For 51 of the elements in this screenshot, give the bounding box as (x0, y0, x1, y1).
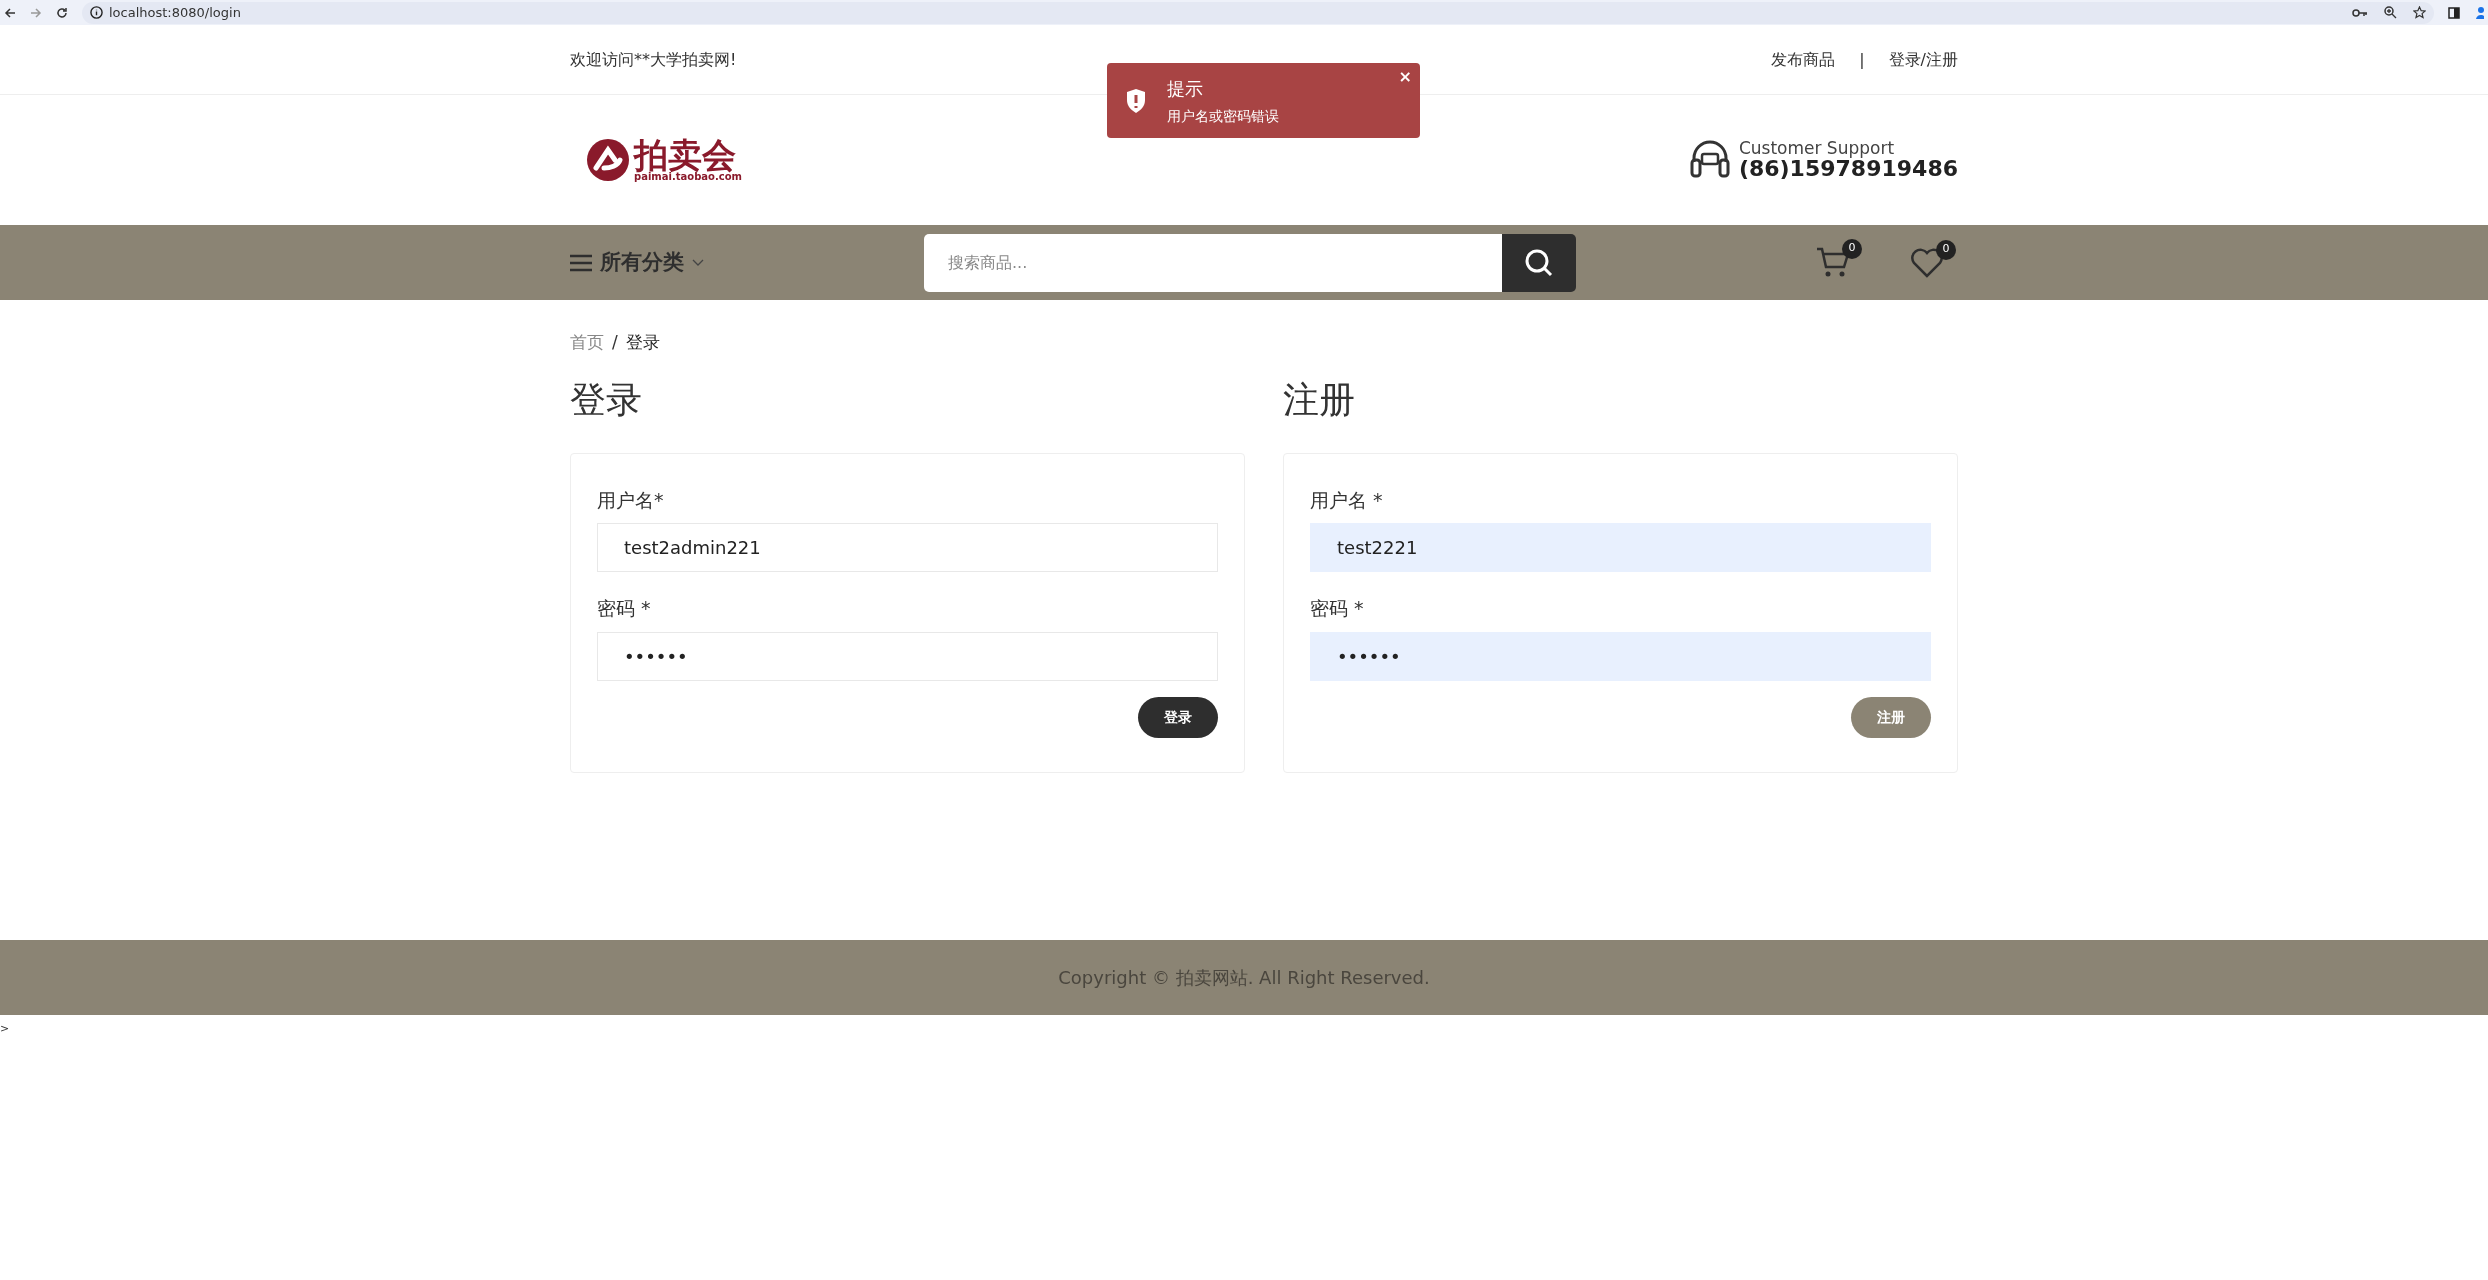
input-field[interactable]: test2admin221 (597, 523, 1218, 573)
separator-text: / (612, 331, 618, 354)
copyright-text: Copyright © 拍卖网站. All Right Reserved. (1058, 965, 1430, 990)
support-phone: (86)15978919486 (1738, 157, 1958, 182)
breadcrumb-link[interactable]: 登录 (625, 330, 660, 356)
search-button[interactable] (1502, 233, 1576, 292)
search-icon (1524, 247, 1554, 278)
stray-text: > (0, 1021, 10, 1035)
input-field[interactable]: •••••• (597, 631, 1218, 681)
form-title: 登录 (570, 377, 643, 421)
top-link[interactable]: 登录/注册 (1888, 47, 1958, 72)
key-icon[interactable] (2352, 7, 2368, 18)
logo-icon (586, 138, 630, 182)
logo-text: 拍卖会 (634, 138, 736, 172)
separator-text: | (1859, 48, 1865, 71)
top-link[interactable]: 发布商品 (1771, 47, 1836, 72)
zoom-icon[interactable] (2384, 6, 2397, 19)
field-label[interactable]: 用户名 * (1310, 485, 1383, 515)
info-icon (90, 6, 103, 19)
breadcrumb-link[interactable]: 首页 (570, 330, 604, 356)
toast-message: 用户名或密码错误 (1167, 106, 1279, 126)
toast-title: 提示 (1167, 76, 1204, 101)
star-icon[interactable] (2413, 6, 2426, 19)
field-label[interactable]: 用户名* (597, 485, 664, 515)
wishlist-count: 0 (1936, 239, 1956, 260)
input-field[interactable]: •••••• (1310, 631, 1931, 681)
heart-icon[interactable] (1910, 247, 1944, 278)
profile-icon[interactable] (2474, 5, 2484, 20)
back-icon[interactable] (4, 6, 16, 19)
side-panel-icon[interactable] (2448, 6, 2460, 19)
close-button[interactable]: × (1398, 65, 1412, 89)
menu-icon (570, 253, 592, 272)
input-field[interactable]: test2221 (1310, 523, 1931, 573)
address-bar[interactable]: localhost:8080/login (82, 1, 2434, 24)
submit-button[interactable]: 登录 (1138, 696, 1218, 738)
submit-button[interactable]: 注册 (1851, 696, 1931, 738)
reload-icon[interactable] (56, 6, 68, 19)
field-label[interactable]: 密码 * (1310, 594, 1364, 623)
shield-icon (1125, 87, 1147, 114)
support-label: Customer Support (1738, 138, 1896, 158)
search-field[interactable]: 搜索商品... (924, 233, 1502, 292)
url-text: localhost:8080/login (109, 3, 241, 22)
cart-count: 0 (1842, 238, 1862, 259)
welcome-text: 欢迎访问**大学拍卖网! (570, 48, 737, 71)
category-menu[interactable]: 所有分类 (570, 246, 924, 279)
field-label[interactable]: 密码 * (597, 594, 651, 623)
logo[interactable]: 拍卖会 paimai.taobao.com (586, 138, 742, 182)
caret-icon (692, 258, 704, 267)
form-title: 注册 (1283, 377, 1356, 421)
cart-icon[interactable] (1816, 246, 1850, 279)
logo-domain: paimai.taobao.com (634, 172, 742, 182)
